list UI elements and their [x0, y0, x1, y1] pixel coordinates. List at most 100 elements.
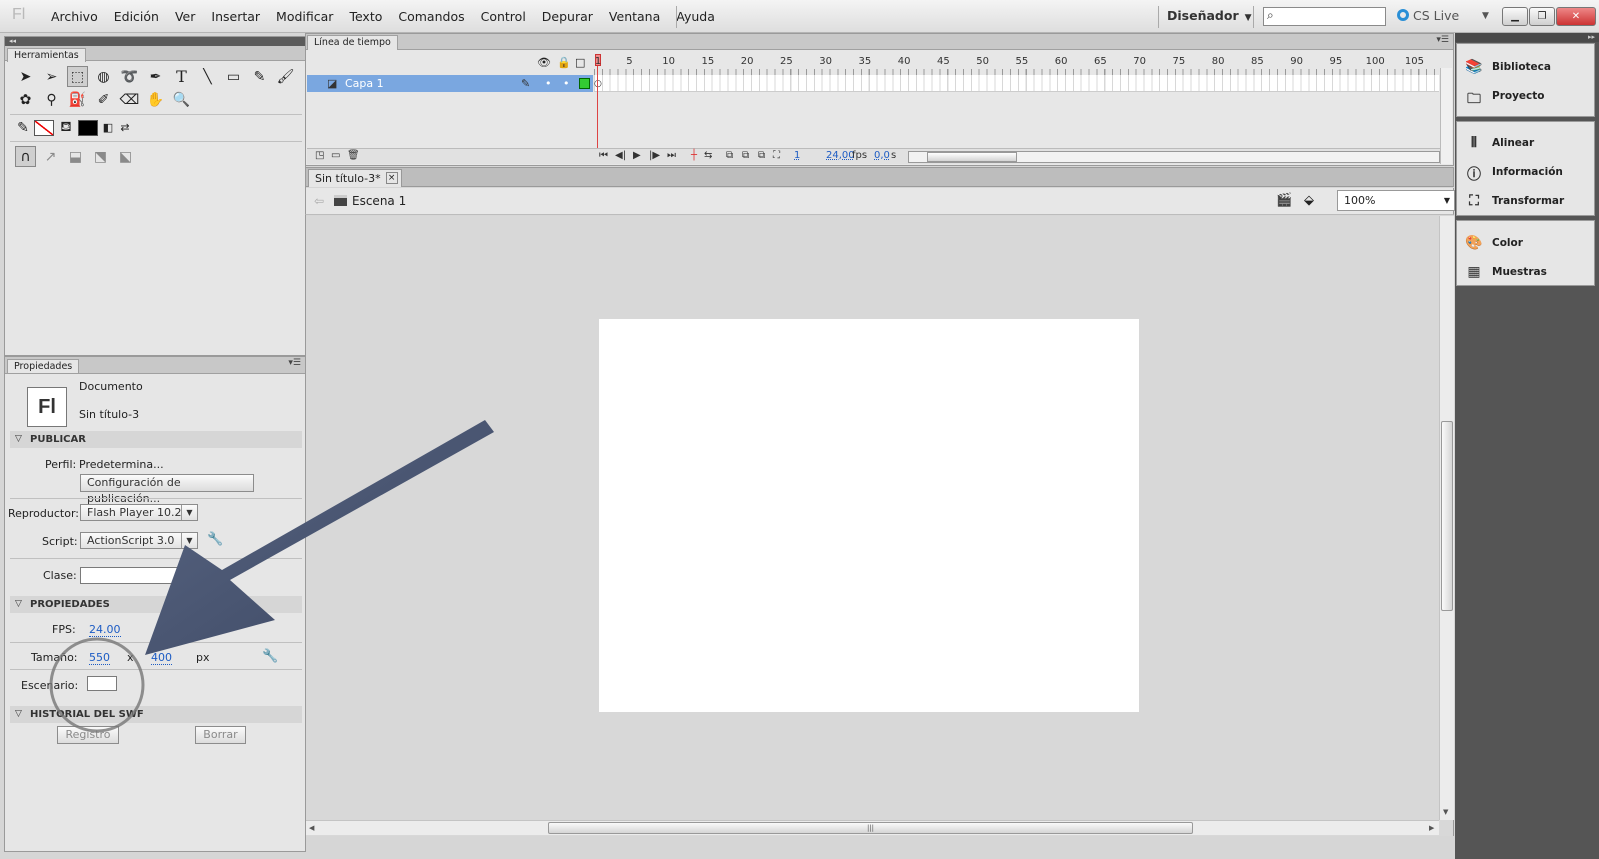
smooth-icon[interactable]: ↗	[40, 146, 61, 167]
pencil-tool-icon[interactable]: ✎	[249, 66, 270, 87]
fps-rate-value[interactable]: 24,00	[826, 150, 855, 161]
menu-modificar[interactable]: Modificar	[268, 9, 341, 24]
modify-markers-icon[interactable]: ⛶	[773, 150, 780, 161]
straighten-icon[interactable]: ⬓	[65, 146, 86, 167]
log-button[interactable]: Registro	[57, 726, 119, 744]
swap-colors-icon[interactable]: ⇄	[118, 117, 132, 138]
actionscript-settings-wrench-icon[interactable]: 🔧	[207, 532, 223, 547]
line-tool-icon[interactable]: ╲	[197, 66, 218, 87]
subselection-tool-icon[interactable]: ➢	[41, 66, 62, 87]
tab-linea-de-tiempo[interactable]: Línea de tiempo	[307, 35, 398, 50]
chevron-down-icon[interactable]: ▼	[1482, 11, 1489, 21]
snap-magnet-icon[interactable]: ∩	[15, 146, 36, 167]
scale-icon[interactable]: ⬕	[115, 146, 136, 167]
new-folder-icon[interactable]: ▭	[331, 150, 340, 161]
stage-pasteboard[interactable]: ▼ ◀ ||| ▶	[305, 216, 1454, 836]
panel-proyecto[interactable]: 🗀 Proyecto	[1465, 88, 1545, 107]
width-value[interactable]: 550	[89, 651, 110, 665]
tab-herramientas[interactable]: Herramientas	[7, 48, 86, 62]
menu-archivo[interactable]: Archivo	[43, 9, 106, 24]
zoom-select[interactable]: 100% ▼	[1337, 190, 1455, 211]
menu-insertar[interactable]: Insertar	[203, 9, 268, 24]
timeline-vertical-scrollbar[interactable]	[1440, 68, 1452, 164]
player-select[interactable]: Flash Player 10.2 ▼	[80, 504, 198, 521]
scene-breadcrumb[interactable]: Escena 1	[334, 194, 406, 208]
panel-informacion[interactable]: ⓘ Información	[1465, 164, 1563, 183]
rotate-skew-icon[interactable]: ⬔	[90, 146, 111, 167]
delete-layer-icon[interactable]: 🗑	[347, 150, 360, 161]
brush-tool-icon[interactable]: 🖌	[275, 66, 296, 87]
default-colors-icon[interactable]: ◧	[101, 117, 115, 138]
document-tab[interactable]: Sin título-3* ×	[308, 169, 402, 187]
section-publicar[interactable]: PUBLICAR	[10, 431, 302, 448]
edit-scene-icon[interactable]: 🎬	[1276, 193, 1292, 208]
panel-collapse-bar[interactable]: ◂◂	[5, 37, 305, 46]
menu-depurar[interactable]: Depurar	[534, 9, 601, 24]
dock-expand-bar[interactable]: ▸▸	[1455, 33, 1599, 42]
stage-horizontal-scrollbar[interactable]: ◀ ||| ▶	[306, 820, 1439, 835]
menu-comandos[interactable]: Comandos	[390, 9, 472, 24]
paint-bucket-tool-icon[interactable]: ⛽	[67, 89, 88, 110]
height-value[interactable]: 400	[151, 651, 172, 665]
current-frame-value[interactable]: 1	[794, 150, 800, 161]
panel-color[interactable]: 🎨 Color	[1465, 235, 1523, 251]
3d-rotation-tool-icon[interactable]: ◍	[93, 66, 114, 87]
outline-square-icon[interactable]: □	[575, 56, 585, 69]
close-window-button[interactable]: ✕	[1556, 7, 1596, 26]
scrollbar-thumb[interactable]: |||	[548, 822, 1193, 834]
scrollbar-thumb[interactable]	[1441, 421, 1453, 611]
tab-propiedades[interactable]: Propiedades	[7, 359, 80, 373]
onion-outline-icon[interactable]: ⧉	[742, 150, 749, 161]
zoom-tool-icon[interactable]: 🔍	[171, 89, 192, 110]
close-icon[interactable]: ×	[385, 172, 398, 184]
eraser-tool-icon[interactable]: ⌫	[119, 89, 140, 110]
publish-settings-button[interactable]: Configuración de publicación...	[80, 474, 254, 505]
document-settings-wrench-icon[interactable]: 🔧	[262, 649, 278, 664]
menu-texto[interactable]: Texto	[341, 9, 390, 24]
panel-menu-icon[interactable]: ▾☰	[288, 358, 301, 368]
bone-tool-icon[interactable]: ⚲	[41, 89, 62, 110]
text-tool-icon[interactable]: T	[171, 66, 192, 87]
first-frame-icon[interactable]: ⏮	[599, 150, 608, 161]
stage-canvas[interactable]	[599, 319, 1139, 712]
lasso-tool-icon[interactable]: ➰	[119, 66, 140, 87]
workspace-switcher[interactable]: Diseñador ▼	[1167, 8, 1252, 23]
show-hide-eye-icon[interactable]: 👁	[537, 56, 551, 69]
fps-value[interactable]: 24.00	[89, 623, 121, 637]
panel-alinear[interactable]: ⫴ Alinear	[1465, 135, 1534, 151]
menu-ventana[interactable]: Ventana	[601, 9, 668, 24]
step-forward-icon[interactable]: |▶	[649, 150, 660, 161]
loop-icon[interactable]: ⇆	[704, 150, 712, 161]
restore-button[interactable]: ❐	[1529, 7, 1555, 26]
panel-transformar[interactable]: ⛶ Transformar	[1465, 193, 1564, 209]
onion-skin-icon[interactable]: ⧉	[726, 150, 733, 161]
selection-tool-icon[interactable]: ➤	[15, 66, 36, 87]
script-select[interactable]: ActionScript 3.0 ▼	[80, 532, 198, 549]
frame-row[interactable]	[594, 75, 1439, 92]
step-back-icon[interactable]: ◀|	[615, 150, 626, 161]
stage-vertical-scrollbar[interactable]: ▼	[1439, 216, 1454, 820]
visible-dot-icon[interactable]: •	[545, 75, 552, 92]
deco-tool-icon[interactable]: ✿	[15, 89, 36, 110]
fill-color-swatch[interactable]	[78, 120, 98, 136]
class-input[interactable]	[80, 567, 198, 584]
panel-muestras[interactable]: ▦ Muestras	[1465, 264, 1546, 280]
scroll-down-icon[interactable]: ▼	[1443, 808, 1448, 816]
menu-control[interactable]: Control	[473, 9, 534, 24]
hand-tool-icon[interactable]: ✋	[145, 89, 166, 110]
back-arrow-icon[interactable]: ⇦	[314, 194, 324, 208]
stroke-color-swatch[interactable]	[34, 120, 54, 136]
layer-outline-color-icon[interactable]	[579, 78, 590, 89]
play-icon[interactable]: ▶	[633, 150, 641, 161]
cs-live-button[interactable]: CS Live	[1397, 8, 1459, 23]
eyedropper-tool-icon[interactable]: ✐	[93, 89, 114, 110]
layer-row[interactable]: ◪ Capa 1 ✎ • •	[307, 75, 593, 92]
scroll-left-icon[interactable]: ◀	[309, 824, 314, 832]
panel-biblioteca[interactable]: 📚 Biblioteca	[1465, 59, 1551, 75]
rectangle-tool-icon[interactable]: ▭	[223, 66, 244, 87]
edit-symbols-icon[interactable]: ⬙	[1304, 193, 1314, 208]
menu-ver[interactable]: Ver	[167, 9, 203, 24]
edit-multiple-frames-icon[interactable]: ⧉	[758, 150, 765, 161]
free-transform-tool-icon[interactable]: ⬚	[67, 66, 88, 87]
clear-button[interactable]: Borrar	[195, 726, 246, 744]
